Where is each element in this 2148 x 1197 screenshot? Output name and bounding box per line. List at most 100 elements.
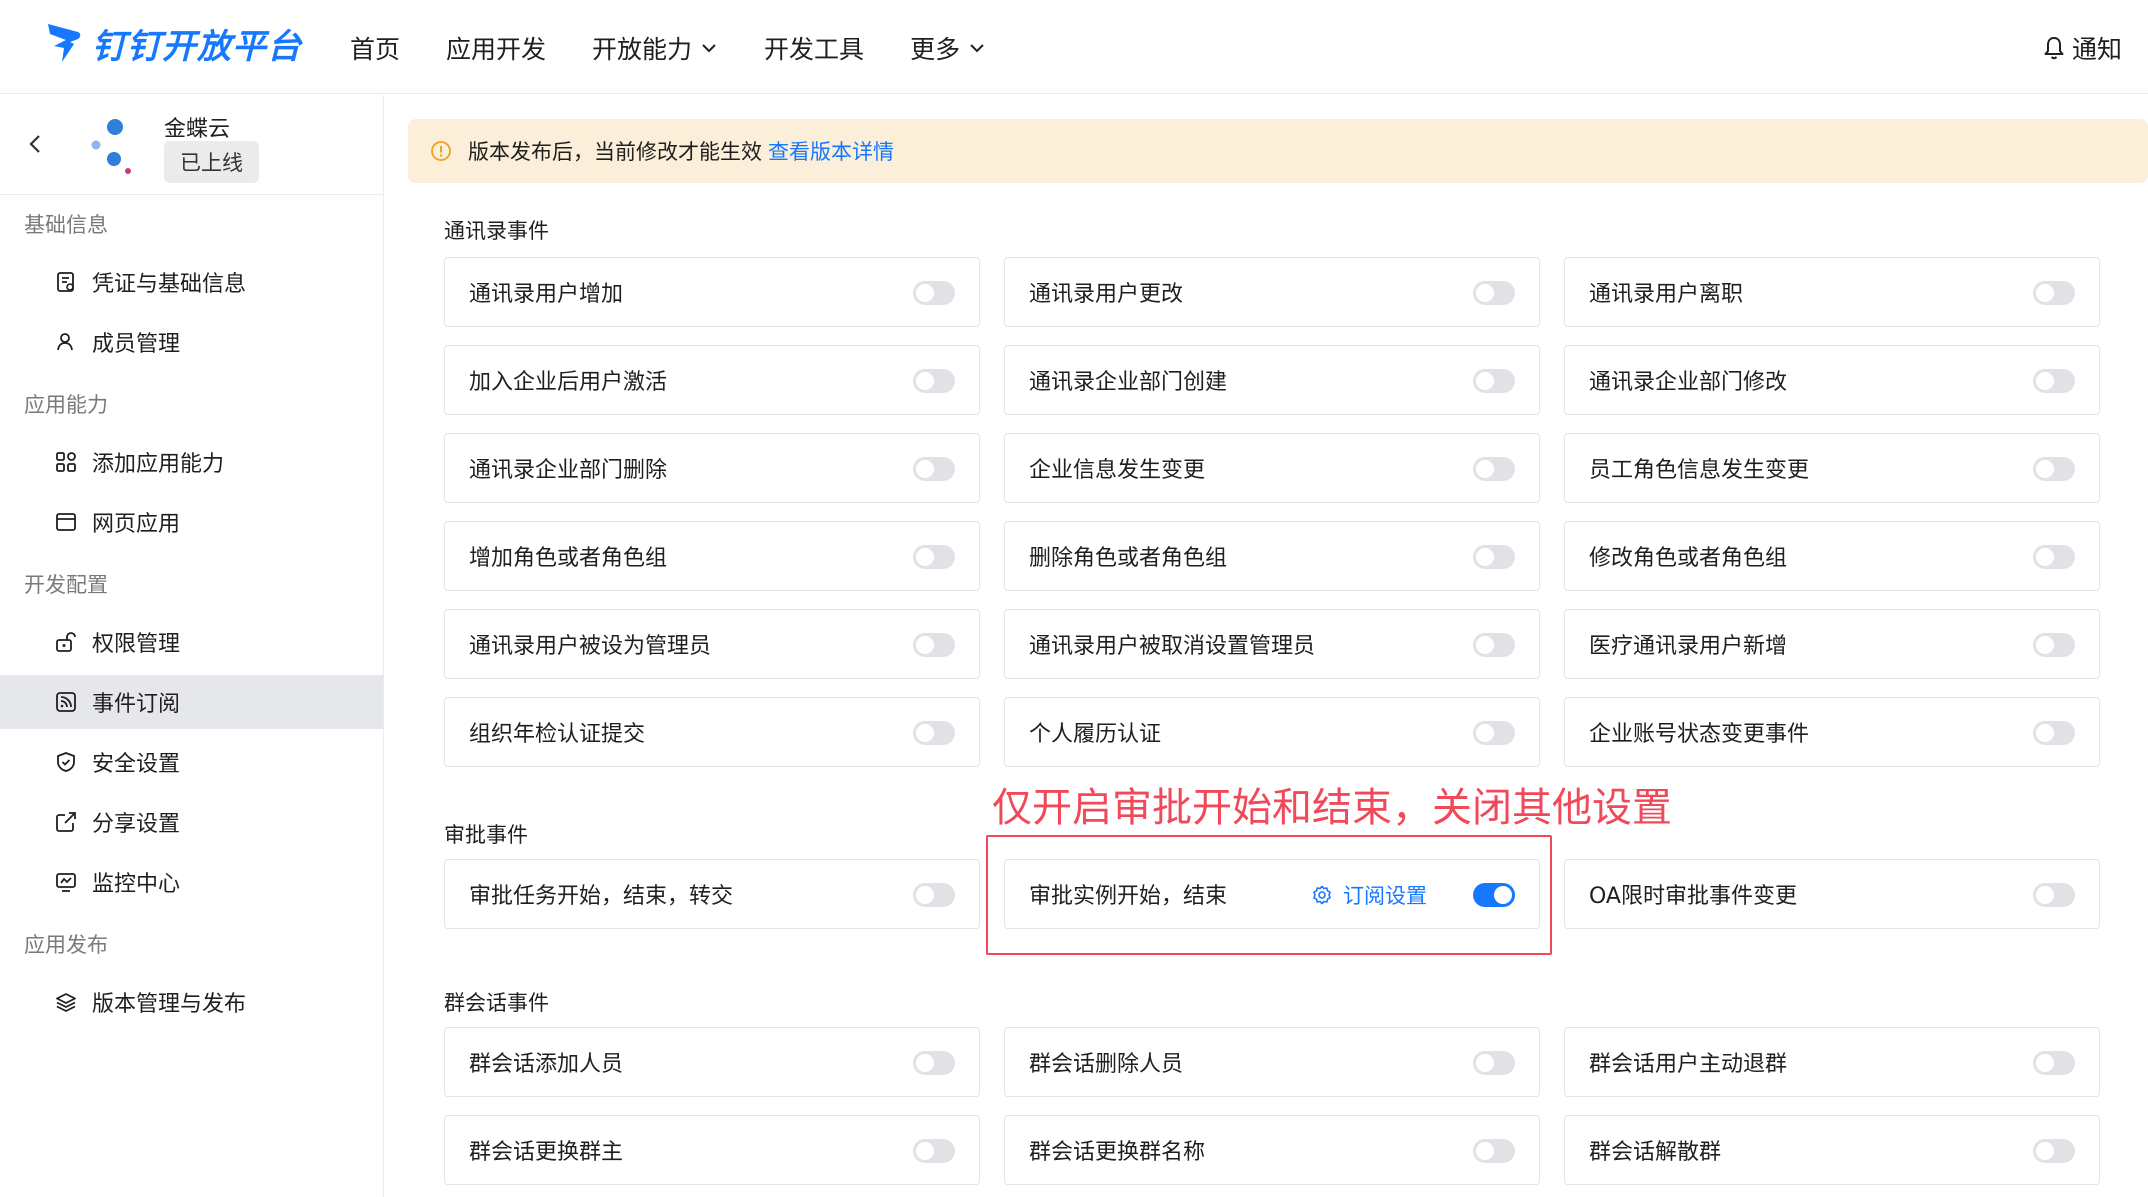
sidebar-item-permissions[interactable]: 权限管理	[0, 615, 383, 669]
section-title-group-chat: 群会话事件	[444, 991, 549, 1015]
status-badge: 已上线	[164, 141, 259, 183]
nav-home[interactable]: 首页	[350, 28, 400, 68]
event-label: 通讯录企业部门修改	[1589, 370, 1788, 395]
event-toggle-switch[interactable]	[913, 545, 955, 569]
event-toggle-switch[interactable]	[2033, 281, 2075, 305]
group-title-app-capabilities: 应用能力	[24, 393, 108, 417]
event-toggle-switch[interactable]	[1473, 457, 1515, 481]
event-label: 加入企业后用户激活	[469, 370, 668, 395]
event-label: 医疗通讯录用户新增	[1589, 634, 1788, 659]
event-label: 群会话更换群主	[469, 1140, 624, 1165]
alert-text: 版本发布后，当前修改才能生效	[468, 140, 762, 164]
event-toggle-switch[interactable]	[2033, 633, 2075, 657]
event-label: 群会话用户主动退群	[1589, 1052, 1788, 1077]
event-label: 审批实例开始，结束	[1029, 884, 1228, 909]
event-toggle-switch[interactable]	[1473, 633, 1515, 657]
sidebar-item-label: 权限管理	[92, 632, 181, 657]
event-toggle-switch[interactable]	[2033, 883, 2075, 907]
sidebar-item-label: 安全设置	[92, 752, 181, 777]
notification-button[interactable]: 通知	[2042, 30, 2122, 66]
event-card: 个人履历认证	[1004, 697, 1540, 767]
sidebar-item-share[interactable]: 分享设置	[0, 795, 383, 849]
sidebar-item-security[interactable]: 安全设置	[0, 735, 383, 789]
subscription-settings-link[interactable]: 订阅设置	[1311, 880, 1427, 910]
nav-app-development[interactable]: 应用开发	[446, 28, 546, 68]
event-toggle-switch[interactable]	[1473, 883, 1515, 907]
event-toggle-switch[interactable]	[2033, 1139, 2075, 1163]
event-card: 通讯录企业部门删除	[444, 433, 980, 503]
event-toggle-switch[interactable]	[913, 883, 955, 907]
event-toggle-switch[interactable]	[913, 1139, 955, 1163]
gear-icon	[1313, 885, 1331, 905]
view-version-details-link[interactable]: 查看版本详情	[768, 136, 894, 166]
sidebar-item-webpage-app[interactable]: 网页应用	[0, 495, 383, 549]
webpage-icon	[56, 513, 76, 531]
event-toggle-switch[interactable]	[2033, 545, 2075, 569]
nav-label: 应用开发	[446, 35, 547, 64]
sidebar-item-monitor[interactable]: 监控中心	[0, 855, 383, 909]
event-card: 通讯录用户增加	[444, 257, 980, 327]
sidebar-item-label: 添加应用能力	[92, 452, 225, 477]
group-title-app-release: 应用发布	[24, 933, 108, 957]
main-content: 版本发布后，当前修改才能生效 查看版本详情 通讯录事件 通讯录用户增加 通讯录用户…	[408, 95, 2148, 1197]
event-toggle-switch[interactable]	[913, 633, 955, 657]
event-label: 删除角色或者角色组	[1029, 546, 1228, 571]
sidebar-item-add-capability[interactable]: 添加应用能力	[0, 435, 383, 489]
event-card: 群会话添加人员	[444, 1027, 980, 1097]
sidebar-item-credentials[interactable]: 凭证与基础信息	[0, 255, 383, 309]
app-logo-icon	[91, 119, 131, 174]
event-label: 通讯录用户被取消设置管理员	[1029, 634, 1316, 659]
event-toggle-switch[interactable]	[913, 281, 955, 305]
event-toggle-switch[interactable]	[913, 457, 955, 481]
dingtalk-logo[interactable]: 钉钉开放平台	[44, 18, 302, 68]
sidebar-item-version-release[interactable]: 版本管理与发布	[0, 975, 383, 1029]
event-card: 医疗通讯录用户新增	[1564, 609, 2100, 679]
event-card: 企业信息发生变更	[1004, 433, 1540, 503]
event-label: 组织年检认证提交	[469, 722, 646, 747]
dingtalk-bird-icon	[48, 24, 81, 62]
app-name: 金蝶云	[164, 117, 231, 142]
event-toggle-switch[interactable]	[2033, 457, 2075, 481]
event-toggle-switch[interactable]	[913, 369, 955, 393]
event-card: 员工角色信息发生变更	[1564, 433, 2100, 503]
nav-open-capabilities[interactable]: 开放能力	[592, 28, 718, 68]
event-card: 群会话更换群主	[444, 1115, 980, 1185]
event-label: 群会话解散群	[1589, 1140, 1722, 1165]
sidebar-item-label: 分享设置	[92, 812, 181, 837]
sidebar-item-label: 成员管理	[92, 332, 181, 357]
monitor-icon	[56, 873, 76, 892]
event-toggle-switch[interactable]	[1473, 281, 1515, 305]
event-card: 修改角色或者角色组	[1564, 521, 2100, 591]
section-title-approval: 审批事件	[444, 823, 528, 847]
credential-icon	[57, 272, 74, 292]
sidebar-item-label: 网页应用	[92, 512, 181, 537]
nav-dev-tools[interactable]: 开发工具	[764, 28, 864, 68]
notification-label: 通知	[2071, 35, 2122, 64]
event-toggle-switch[interactable]	[1473, 721, 1515, 745]
nav-more[interactable]: 更多	[910, 28, 986, 68]
event-toggle-switch[interactable]	[1473, 1139, 1515, 1163]
event-label: 通讯录企业部门创建	[1029, 370, 1228, 395]
back-arrow-icon[interactable]	[24, 130, 46, 158]
event-card: 审批任务开始，结束，转交	[444, 859, 980, 929]
event-card: 通讯录企业部门创建	[1004, 345, 1540, 415]
event-label: 通讯录用户增加	[469, 282, 624, 307]
event-label: OA限时审批事件变更	[1589, 884, 1797, 909]
event-card: OA限时审批事件变更	[1564, 859, 2100, 929]
event-toggle-switch[interactable]	[913, 721, 955, 745]
event-toggle-switch[interactable]	[913, 1051, 955, 1075]
event-toggle-switch[interactable]	[2033, 721, 2075, 745]
sidebar-item-event-subscription[interactable]: 事件订阅	[0, 675, 383, 729]
bell-icon	[2044, 37, 2064, 60]
sidebar-item-members[interactable]: 成员管理	[0, 315, 383, 369]
event-toggle-switch[interactable]	[2033, 369, 2075, 393]
sidebar-item-label: 事件订阅	[92, 692, 181, 717]
release-alert: 版本发布后，当前修改才能生效 查看版本详情	[408, 119, 2148, 183]
event-toggle-switch[interactable]	[1473, 545, 1515, 569]
event-toggle-switch[interactable]	[1473, 1051, 1515, 1075]
event-toggle-switch[interactable]	[1473, 369, 1515, 393]
event-toggle-switch[interactable]	[2033, 1051, 2075, 1075]
nav-label: 首页	[350, 35, 401, 64]
chevron-down-icon	[702, 44, 716, 53]
sidebar-item-label: 凭证与基础信息	[92, 272, 247, 297]
